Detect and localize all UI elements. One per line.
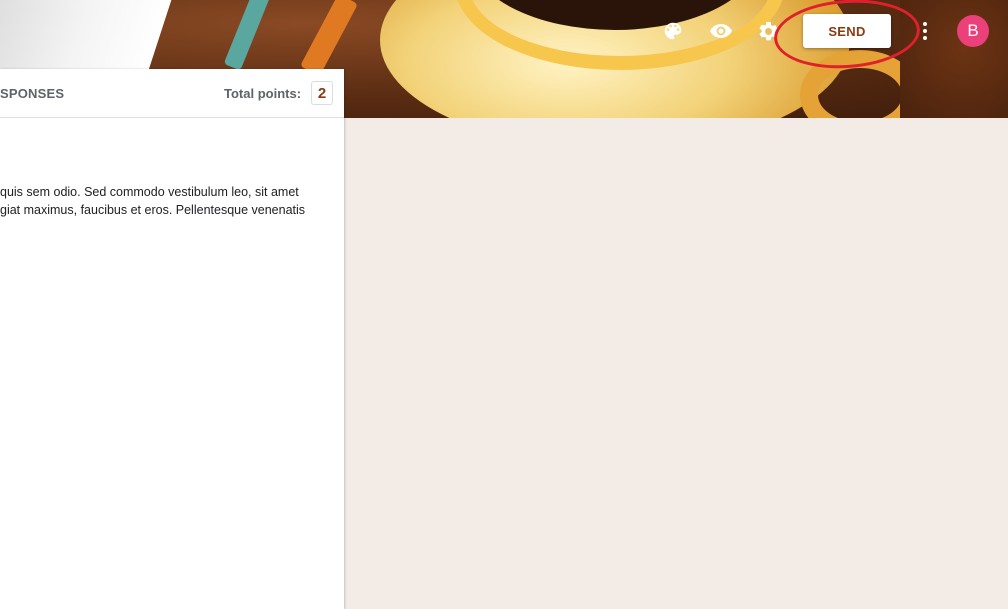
form-description: quis sem odio. Sed commodo vestibulum le… (0, 183, 340, 219)
description-line-1: quis sem odio. Sed commodo vestibulum le… (0, 185, 299, 199)
card-header: SPONSES Total points: 2 (0, 69, 344, 118)
avatar[interactable]: B (957, 15, 989, 47)
eye-icon[interactable] (706, 16, 736, 46)
banner-pencil-orange (300, 0, 358, 77)
total-points-label: Total points: (224, 86, 302, 101)
description-line-2: giat maximus, faucibus et eros. Pellente… (0, 203, 306, 217)
form-card: SPONSES Total points: 2 quis sem odio. S… (0, 69, 344, 609)
banner-pencil-blue (223, 0, 271, 71)
more-vert-icon[interactable] (911, 16, 939, 46)
total-points-value[interactable]: 2 (311, 81, 333, 105)
palette-icon[interactable] (658, 16, 688, 46)
tab-responses[interactable]: SPONSES (0, 86, 64, 101)
